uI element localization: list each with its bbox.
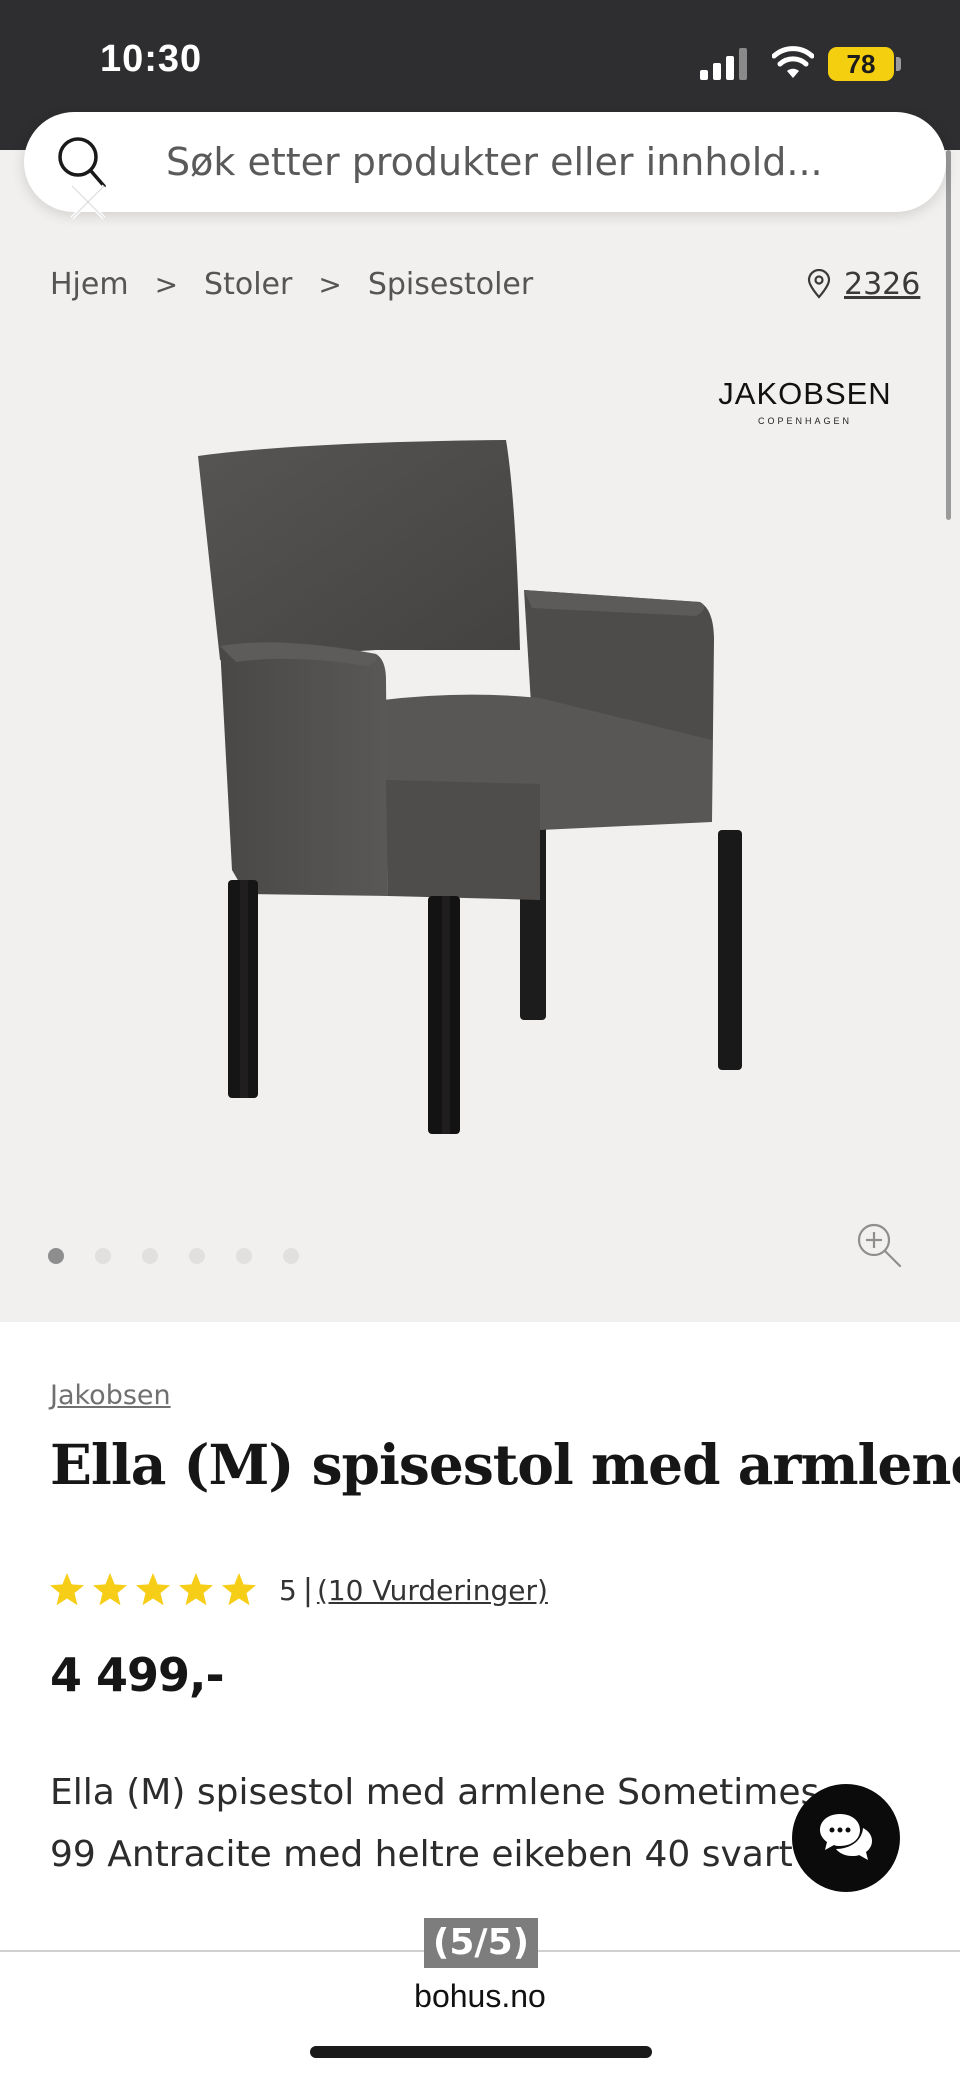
breadcrumb-separator: >: [154, 267, 179, 301]
star-icon: [50, 1573, 84, 1606]
rating-separator: |: [302, 1572, 313, 1608]
search-bar[interactable]: [24, 112, 946, 212]
chat-button[interactable]: [792, 1784, 900, 1892]
breadcrumb-dining-chairs[interactable]: Spisestoler: [368, 267, 533, 302]
product-title: Ella (M) spisestol med armlene: [50, 1432, 960, 1497]
wifi-icon: [772, 46, 814, 78]
carousel-dot[interactable]: [283, 1248, 299, 1264]
product-description: Ella (M) spisestol med armlene Sometimes…: [50, 1772, 820, 1875]
product-image[interactable]: [180, 440, 780, 1140]
store-code[interactable]: 2326: [844, 267, 920, 302]
breadcrumb: Hjem > Stoler > Spisestoler: [50, 262, 533, 306]
carousel-dot[interactable]: [189, 1248, 205, 1264]
cellular-signal-icon: [700, 48, 747, 80]
carousel-indicators: [48, 1248, 330, 1264]
home-indicator[interactable]: [310, 2046, 652, 2058]
product-price: 4 499,-: [50, 1648, 225, 1702]
star-icon: [179, 1573, 213, 1606]
page-counter: (5/5): [424, 1918, 538, 1968]
carousel-dot[interactable]: [142, 1248, 158, 1264]
breadcrumb-chairs[interactable]: Stoler: [204, 267, 292, 302]
brand-logo: JAKOBSEN COPENHAGEN: [700, 376, 910, 426]
rating-value: 5: [279, 1573, 297, 1607]
product-rating: 5 | (10 Vurderinger): [48, 1570, 548, 1610]
brand-link[interactable]: Jakobsen: [50, 1380, 171, 1411]
status-time: 10:30: [100, 38, 203, 80]
star-icon: [136, 1573, 170, 1606]
star-icon: [222, 1573, 256, 1606]
breadcrumb-home[interactable]: Hjem: [50, 267, 129, 302]
brand-logo-subtitle: COPENHAGEN: [757, 416, 852, 426]
store-selector[interactable]: 2326: [806, 262, 920, 306]
brand-logo-name: JAKOBSEN: [718, 376, 892, 411]
scrollbar[interactable]: [946, 150, 951, 520]
rating-stars: [48, 1571, 263, 1609]
star-icon: [93, 1573, 127, 1606]
zoom-in-icon[interactable]: [856, 1222, 902, 1268]
browser-domain[interactable]: bohus.no: [0, 1978, 960, 2015]
chat-bubbles-icon: [820, 1814, 872, 1860]
carousel-dot[interactable]: [48, 1248, 64, 1264]
battery-indicator: 78: [828, 47, 894, 81]
search-input[interactable]: [166, 136, 906, 188]
carousel-dot[interactable]: [236, 1248, 252, 1264]
breadcrumb-separator: >: [318, 267, 342, 301]
close-icon[interactable]: [68, 182, 108, 222]
reviews-link[interactable]: (10 Vurderinger): [317, 1574, 548, 1607]
battery-tip: [896, 57, 901, 71]
location-pin-icon: [807, 269, 831, 299]
carousel-dot[interactable]: [95, 1248, 111, 1264]
